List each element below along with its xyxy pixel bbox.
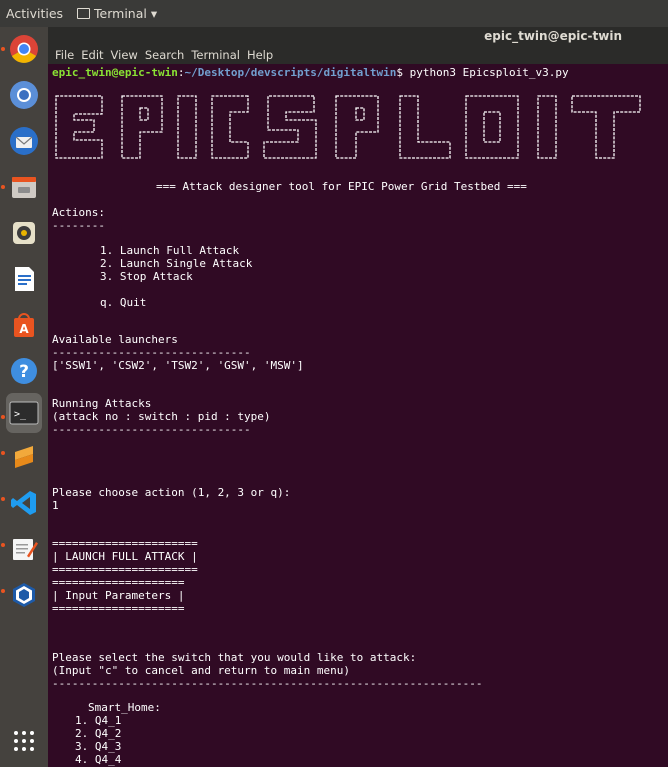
running-indicator [1,185,5,189]
launchers-rule: ------------------------------ [52,346,251,359]
prompt-user: epic_twin@epic-twin [52,66,178,79]
menu-file[interactable]: File [54,48,75,62]
running-indicator [1,47,5,51]
prompt-command: python3 Epicsploit_v3.py [403,66,569,79]
svg-text:>_: >_ [14,409,27,420]
menu-help[interactable]: Help [246,48,274,62]
params-box-bottom: ==================== [52,602,185,615]
tool-subtitle: === Attack designer tool for EPIC Power … [156,180,527,193]
terminal-output[interactable]: epic_twin@epic-twin:~/Desktop/devscripts… [48,64,668,767]
app-menu-label: Terminal ▾ [94,6,158,21]
chrome-icon[interactable] [6,31,42,67]
action-stop: 3. Stop Attack [100,270,193,283]
switch-select-prompt: Please select the switch that you would … [52,651,417,664]
launch-box-top: ====================== [52,537,198,550]
params-box-top: ==================== [52,576,185,589]
top-bar: Activities Terminal ▾ [0,0,668,27]
terminal-small-icon [77,8,91,19]
params-box-title: | Input Parameters | [52,589,185,602]
vscode-icon[interactable] [6,485,42,521]
help-icon[interactable]: ? [6,353,42,389]
choose-action-input: 1 [52,499,59,512]
cancel-hint: (Input "c" to cancel and return to main … [52,664,351,677]
running-rule: ------------------------------ [52,423,251,436]
launch-box-title: | LAUNCH FULL ATTACK | [52,550,198,563]
dock: A ? >_ [0,27,48,767]
running-header: Running Attacks [52,397,152,410]
prompt-path: ~/Desktop/devscripts/digitaltwin [184,66,397,79]
menu-search[interactable]: Search [144,48,186,62]
switch-rule: ----------------------------------------… [52,677,483,690]
menu-terminal[interactable]: Terminal [190,48,241,62]
launchers-header: Available launchers [52,333,178,346]
running-indicator [1,415,5,419]
terminal-icon[interactable]: >_ [6,393,42,433]
action-quit: q. Quit [100,296,147,309]
launchers-list: ['SSW1', 'CSW2', 'TSW2', 'GSW', 'MSW'] [52,359,304,372]
writer-icon[interactable] [6,261,42,297]
running-indicator [1,497,5,501]
show-apps-icon[interactable] [6,723,42,759]
window-titlebar[interactable]: epic_twin@epic-twin [48,27,668,45]
menu-bar: File Edit View Search Terminal Help [48,45,668,64]
activities-button[interactable]: Activities [0,6,77,21]
files-icon[interactable] [6,169,42,205]
actions-header: Actions: [52,206,105,219]
switch-option: 1. Q4_1 [75,714,122,727]
choose-action-prompt: Please choose action (1, 2, 3 or q): [52,486,291,499]
action-launch-single: 2. Launch Single Attack [100,257,253,270]
window-title: epic_twin@epic-twin [484,29,622,43]
action-launch-full: 1. Launch Full Attack [100,244,240,257]
actions-rule: -------- [52,219,105,232]
virtualbox-icon[interactable] [6,577,42,613]
chromium-icon[interactable] [6,77,42,113]
switch-option: 2. Q4_2 [75,727,122,740]
rhythmbox-icon[interactable] [6,215,42,251]
switch-group-label: Smart_Home: [88,701,161,714]
sublime-icon[interactable] [6,439,42,475]
running-indicator [1,451,5,455]
epicsploit-ascii-banner [55,95,641,159]
svg-text:A: A [19,322,29,336]
switch-option: 4. Q4_4 [75,753,122,766]
switch-option: 3. Q4_3 [75,740,122,753]
launch-box-bottom: ====================== [52,563,198,576]
software-center-icon[interactable]: A [6,307,42,343]
running-columns: (attack no : switch : pid : type) [52,410,271,423]
text-editor-icon[interactable] [6,531,42,567]
menu-view[interactable]: View [110,48,139,62]
menu-edit[interactable]: Edit [80,48,104,62]
running-indicator [1,543,5,547]
thunderbird-icon[interactable] [6,123,42,159]
prompt-line: epic_twin@epic-twin:~/Desktop/devscripts… [52,66,569,79]
app-menu[interactable]: Terminal ▾ [77,6,157,21]
svg-text:?: ? [19,362,29,382]
running-indicator [1,589,5,593]
